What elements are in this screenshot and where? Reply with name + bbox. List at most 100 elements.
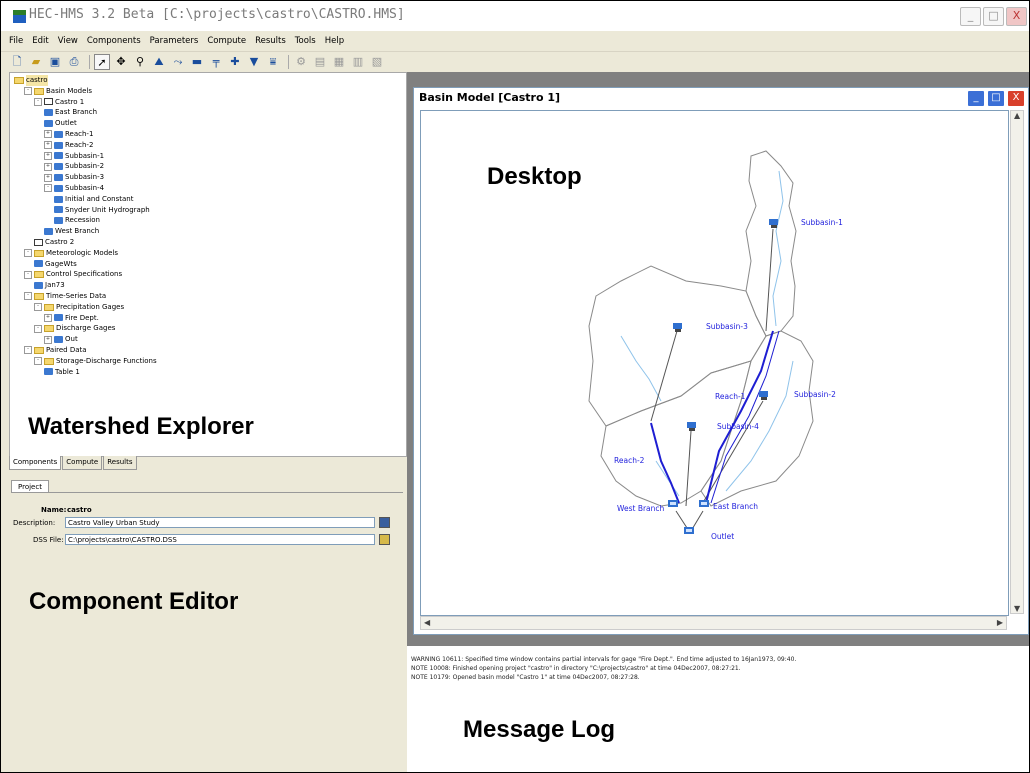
tree-item[interactable]: - Storage-Discharge Functions — [14, 356, 157, 367]
compute-icon[interactable]: ⚙ — [293, 54, 309, 70]
browse-folder-icon[interactable] — [379, 534, 390, 545]
dss-file-field[interactable]: C:\projects\castro\CASTRO.DSS — [65, 534, 375, 545]
tree-item[interactable]: + Reach-1 — [14, 129, 157, 140]
zoom-tool-icon[interactable]: ⚲ — [132, 54, 148, 70]
menu-help[interactable]: Help — [325, 31, 344, 51]
scroll-up-icon[interactable]: ▲ — [1014, 111, 1020, 120]
collapse-icon[interactable]: - — [34, 357, 42, 366]
tab-components[interactable]: Components — [9, 456, 62, 470]
reach-tool-icon[interactable]: ⤳ — [170, 54, 186, 70]
diversion-tool-icon[interactable]: ✚ — [227, 54, 243, 70]
tree-item[interactable]: Outlet — [14, 118, 157, 129]
results-summary-icon[interactable]: ▦ — [331, 54, 347, 70]
collapse-icon[interactable]: - — [24, 292, 32, 301]
save-icon[interactable]: ▣ — [47, 54, 63, 70]
collapse-icon[interactable]: - — [24, 270, 32, 279]
menu-file[interactable]: File — [9, 31, 23, 51]
tree-item[interactable]: - Castro 1 — [14, 97, 157, 108]
tree-item[interactable]: - Precipitation Gages — [14, 302, 157, 313]
collapse-icon[interactable]: - — [24, 87, 32, 96]
edit-description-icon[interactable] — [379, 517, 390, 528]
description-field[interactable]: Castro Valley Urban Study — [65, 517, 375, 528]
expand-icon[interactable]: + — [44, 173, 52, 182]
menu-edit[interactable]: Edit — [32, 31, 48, 51]
tree-item[interactable]: - Control Specifications — [14, 269, 157, 280]
menu-bar: File Edit View Components Parameters Com… — [1, 31, 1029, 51]
tree-item[interactable]: - Basin Models — [14, 86, 157, 97]
scroll-down-icon[interactable]: ▼ — [1014, 604, 1020, 613]
reservoir-tool-icon[interactable]: ▬ — [189, 54, 205, 70]
expand-icon[interactable]: + — [44, 162, 52, 171]
basin-close-button[interactable]: X — [1007, 90, 1025, 107]
basin-vertical-scrollbar[interactable]: ▲ ▼ — [1010, 110, 1024, 614]
print-icon[interactable]: ⎙ — [66, 54, 82, 70]
tree-item[interactable]: + Subbasin-2 — [14, 161, 157, 172]
expand-icon[interactable]: + — [44, 151, 52, 160]
tree-item[interactable]: GageWts — [14, 259, 157, 270]
tree-item[interactable]: East Branch — [14, 107, 157, 118]
menu-compute[interactable]: Compute — [207, 31, 246, 51]
collapse-icon[interactable]: - — [34, 303, 42, 312]
tree-item[interactable]: + Subbasin-3 — [14, 172, 157, 183]
scroll-right-icon[interactable]: ▶ — [997, 618, 1003, 627]
tree-item[interactable]: West Branch — [14, 226, 157, 237]
tree-item[interactable]: Recession — [14, 215, 157, 226]
subbasin-tool-icon[interactable]: ⛰ — [151, 54, 167, 70]
menu-results[interactable]: Results — [255, 31, 286, 51]
open-folder-icon[interactable]: ▰ — [28, 54, 44, 70]
collapse-icon[interactable]: - — [34, 324, 42, 333]
tree-item[interactable]: + Out — [14, 334, 157, 345]
gage-icon — [54, 314, 63, 322]
expand-icon[interactable]: + — [44, 313, 52, 322]
source-tool-icon[interactable]: ▼ — [246, 54, 262, 70]
tree-item[interactable]: Castro 2 — [14, 237, 157, 248]
tree-item[interactable]: Snyder Unit Hydrograph — [14, 205, 157, 216]
results-table-icon[interactable]: ▥ — [350, 54, 366, 70]
collapse-icon[interactable]: - — [44, 184, 52, 193]
tree-item[interactable]: - Paired Data — [14, 345, 157, 356]
basin-horizontal-scrollbar[interactable]: ◀ ▶ — [420, 616, 1007, 630]
tree-item[interactable]: Table 1 — [14, 367, 157, 378]
tree-item[interactable]: - Subbasin-4 — [14, 183, 157, 194]
tree-item[interactable]: - Discharge Gages — [14, 323, 157, 334]
junction-icon — [44, 120, 53, 128]
collapse-icon[interactable]: - — [34, 97, 42, 106]
new-file-icon[interactable]: 🗋 — [9, 54, 25, 70]
minimize-button[interactable]: _ — [960, 7, 981, 26]
arrow-tool-icon[interactable]: ➚ — [94, 54, 110, 70]
tree-item[interactable]: - Meteorologic Models — [14, 248, 157, 259]
tree-item[interactable]: Jan73 — [14, 280, 157, 291]
collapse-icon[interactable]: - — [24, 346, 32, 355]
scroll-left-icon[interactable]: ◀ — [424, 618, 430, 627]
menu-tools[interactable]: Tools — [295, 31, 316, 51]
tree-item[interactable]: + Reach-2 — [14, 140, 157, 151]
basin-maximize-button[interactable]: □ — [987, 90, 1005, 107]
tree-item[interactable]: castro — [14, 75, 157, 86]
tab-compute[interactable]: Compute — [62, 456, 103, 470]
collapse-icon[interactable]: - — [24, 249, 32, 258]
tree-item[interactable]: + Fire Dept. — [14, 313, 157, 324]
tree-item-label: Reach-1 — [65, 129, 94, 138]
results-graph-icon[interactable]: ▤ — [312, 54, 328, 70]
maximize-button[interactable]: □ — [983, 7, 1004, 26]
tree-item[interactable]: - Time-Series Data — [14, 291, 157, 302]
expand-icon[interactable]: + — [44, 141, 52, 150]
tree-item[interactable]: + Subbasin-1 — [14, 151, 157, 162]
basin-map-canvas[interactable]: Desktop Subbasin-1 Subbasin-2 Subbasin-3… — [420, 110, 1009, 616]
expand-icon[interactable]: + — [44, 130, 52, 139]
folder-icon — [34, 249, 44, 257]
expand-icon[interactable]: + — [44, 335, 52, 344]
results-ts-icon[interactable]: ▧ — [369, 54, 385, 70]
menu-parameters[interactable]: Parameters — [150, 31, 199, 51]
basin-minimize-button[interactable]: _ — [967, 90, 985, 107]
menu-components[interactable]: Components — [87, 31, 141, 51]
sink-tool-icon[interactable]: ⩸ — [265, 54, 281, 70]
connector-subbasin-3 — [650, 330, 678, 422]
close-button[interactable]: X — [1006, 7, 1027, 26]
component-editor: Project Name: castro Description: Castro… — [9, 477, 405, 772]
tree-item[interactable]: Initial and Constant — [14, 194, 157, 205]
menu-view[interactable]: View — [58, 31, 78, 51]
move-tool-icon[interactable]: ✥ — [113, 54, 129, 70]
junction-tool-icon[interactable]: ╤ — [208, 54, 224, 70]
tab-results[interactable]: Results — [103, 456, 137, 470]
